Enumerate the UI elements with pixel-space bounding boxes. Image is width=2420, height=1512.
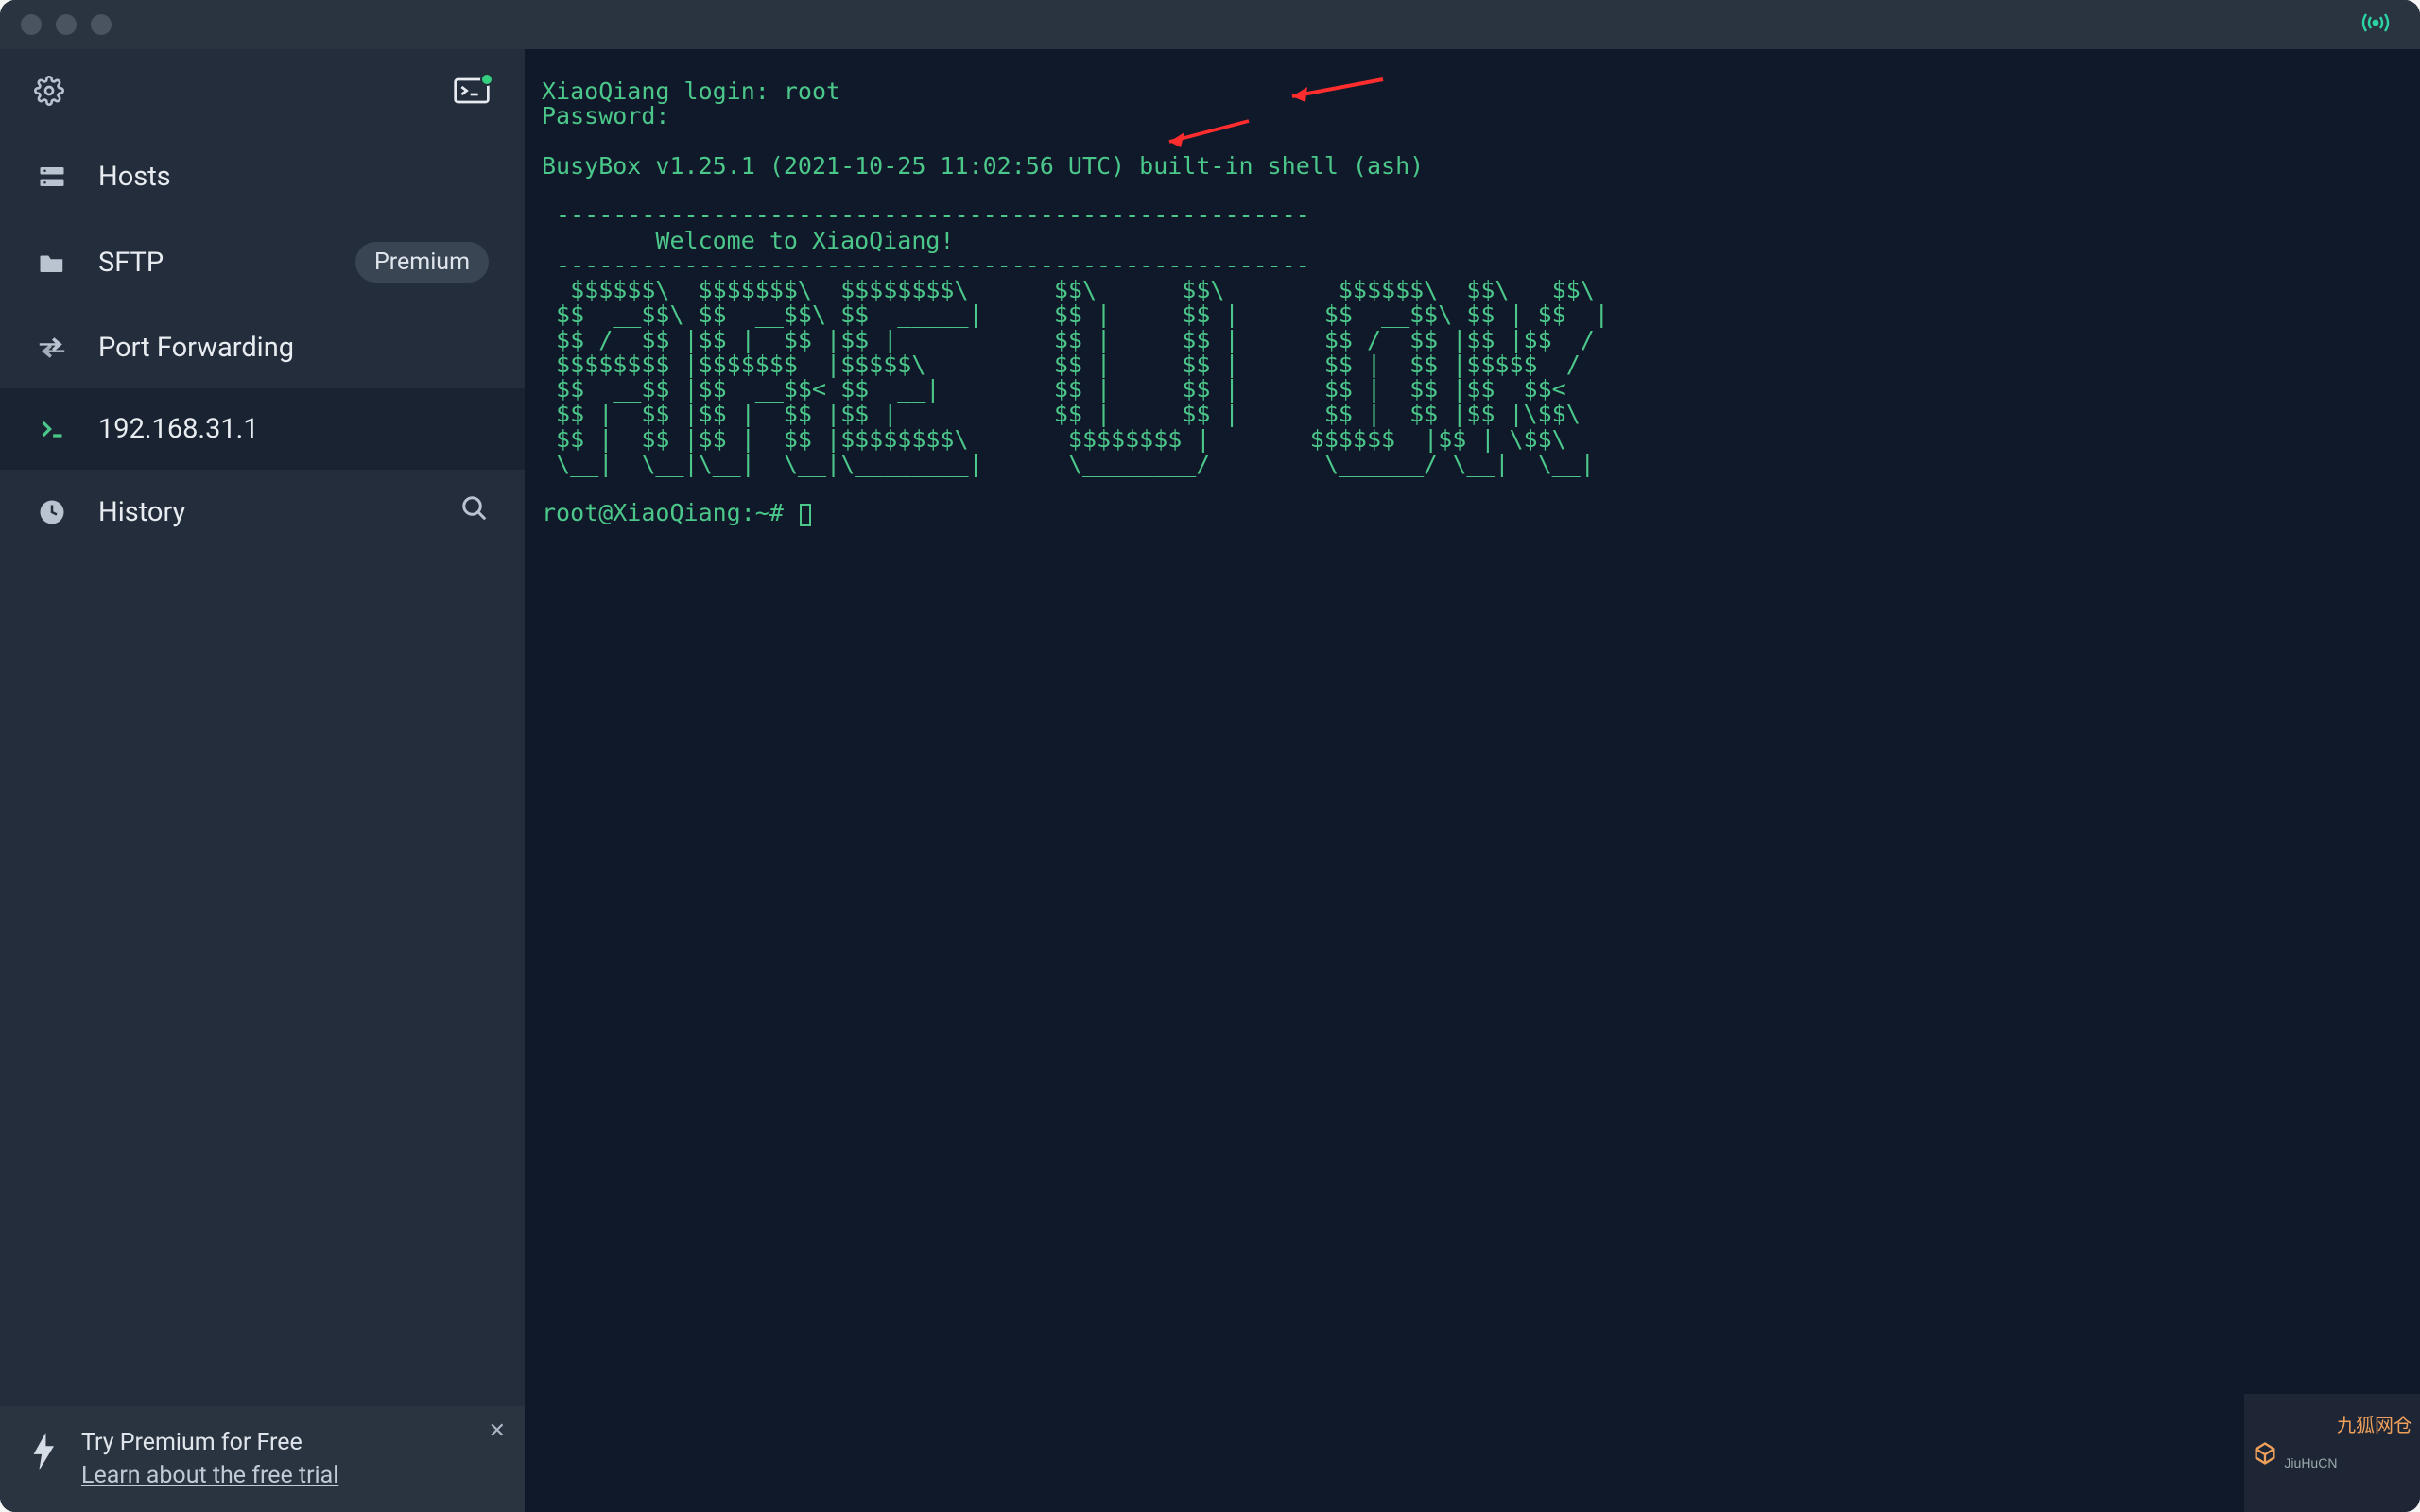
notification-dot-icon [480,73,493,86]
sidebar-item-session[interactable]: 192.168.31.1 [0,388,525,470]
sidebar: Hosts SFTP Premium Port Forwarding [0,49,525,1512]
watermark: 九狐网仓 JiuHuCN [2244,1394,2420,1512]
sidebar-item-label: History [98,496,430,528]
new-terminal-button[interactable] [453,76,491,110]
minimize-window-button[interactable] [56,14,77,35]
sidebar-toolbar [0,49,525,136]
terminal-prompt: root@XiaoQiang:~# [542,499,798,526]
watermark-subtext: JiuHuCN [2284,1456,2412,1469]
terminal-cursor [800,504,811,526]
sidebar-item-label: Port Forwarding [98,332,489,364]
search-icon[interactable] [460,494,489,530]
close-window-button[interactable] [21,14,42,35]
terminal-pane[interactable]: XiaoQiang login: root Password: BusyBox … [525,49,2420,1512]
arrow-annotation-icon [1281,74,1385,106]
sidebar-item-hosts[interactable]: Hosts [0,136,525,217]
terminal-line: XiaoQiang login: root [542,77,840,105]
watermark-text: 九狐网仓 [2337,1416,2412,1436]
main-area: Hosts SFTP Premium Port Forwarding [0,49,2420,1512]
terminal-line: Password: [542,102,669,129]
clock-icon [36,498,68,526]
terminal-line: BusyBox v1.25.1 (2021-10-25 11:02:56 UTC… [542,152,1424,180]
nav-list: Hosts SFTP Premium Port Forwarding [0,136,525,555]
arrow-annotation-icon [1158,115,1262,147]
sidebar-item-sftp[interactable]: SFTP Premium [0,217,525,307]
prompt-icon [36,418,68,440]
folder-icon [36,250,68,275]
sidebar-item-history[interactable]: History [0,470,525,555]
titlebar [0,0,2420,49]
port-forward-icon [36,336,68,359]
maximize-window-button[interactable] [91,14,112,35]
sidebar-item-label: Hosts [98,161,489,193]
close-banner-button[interactable]: ✕ [489,1419,506,1443]
window-controls [21,14,112,35]
connection-status-icon [2358,9,2394,41]
premium-badge: Premium [355,242,489,283]
sidebar-item-port-forwarding[interactable]: Port Forwarding [0,307,525,388]
app-window: Hosts SFTP Premium Port Forwarding [0,0,2420,1512]
premium-banner-title: Try Premium for Free [81,1429,338,1456]
sidebar-item-label: 192.168.31.1 [98,413,489,445]
settings-button[interactable] [34,76,64,110]
premium-banner: Try Premium for Free Learn about the fre… [0,1406,525,1512]
bolt-icon [32,1433,57,1474]
terminal-ascii-banner: ----------------------------------------… [542,201,1609,477]
premium-banner-link[interactable]: Learn about the free trial [81,1462,338,1489]
sidebar-item-label: SFTP [98,247,325,279]
hosts-icon [36,164,68,189]
